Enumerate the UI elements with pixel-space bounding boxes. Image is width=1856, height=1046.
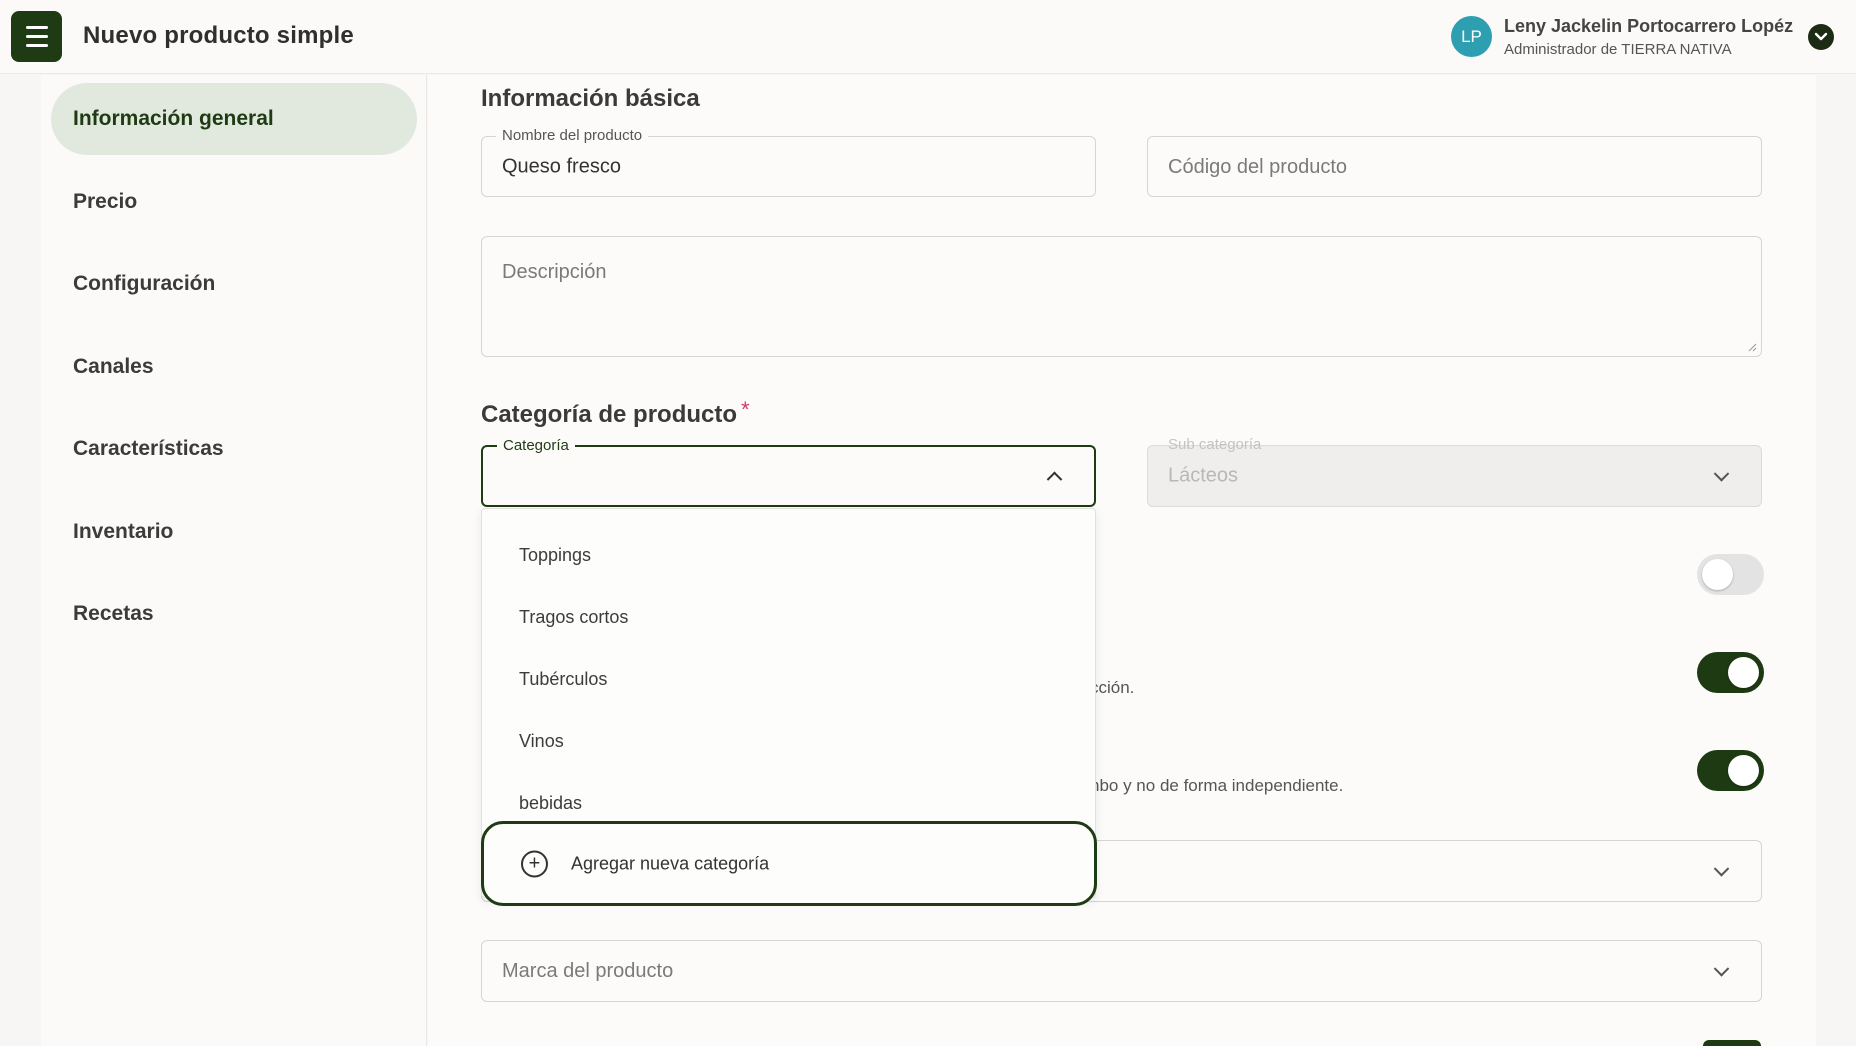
toggle-hint-3: nbo y no de forma independiente. [1090,776,1344,795]
subcategory-label: Sub categoría [1168,436,1262,453]
sidebar-item-configuracion[interactable]: Configuración [51,248,417,320]
page-title: Nuevo producto simple [83,22,354,49]
category-label: Categoría [497,437,575,454]
category-option-tuberculos[interactable]: Tubérculos [482,653,1095,705]
section-title-basic-info: Información básica [481,85,700,112]
add-new-category-label: Agregar nueva categoría [571,853,770,873]
chevron-down-icon [1713,861,1730,877]
subcategory-value: Lácteos [1168,464,1239,487]
brand-select[interactable]: Marca del producto [481,940,1762,1002]
toggle-switch-2[interactable] [1697,652,1764,693]
sidebar-item-informacion-general[interactable]: Información general [51,83,417,155]
toggle-hint-2: cción. [1090,678,1135,697]
menu-icon-line [25,26,48,29]
subcategory-select: Sub categoría Lácteos [1147,436,1762,507]
top-bar: Nuevo producto simple LP Leny Jackelin P… [0,0,1856,74]
chevron-down-icon [1713,961,1730,977]
toggle-switch-1[interactable] [1697,554,1764,595]
user-name: Leny Jackelin Portocarrero Lopéz [1504,16,1794,36]
sidebar-item-caracteristicas[interactable]: Características [51,413,417,485]
toggle-knob [1702,559,1733,590]
product-code-field[interactable]: Código del producto [1147,136,1762,197]
category-select[interactable]: Categoría [481,437,1096,507]
avatar[interactable]: LP [1451,16,1492,57]
sidebar-item-canales[interactable]: Canales [51,331,417,403]
product-name-field[interactable]: Nombre del producto Queso fresco [481,127,1096,197]
section-title-category: Categoría de producto [481,401,738,428]
user-menu-chevron-icon[interactable] [1808,24,1834,50]
product-code-placeholder: Código del producto [1168,156,1348,178]
plus-circle-icon: + [521,850,548,877]
toggle-knob [1728,755,1759,786]
chevron-up-icon [1046,471,1063,488]
brand-placeholder: Marca del producto [502,960,674,982]
hamburger-menu-button[interactable] [11,11,62,62]
required-marker: * [741,397,750,422]
chevron-down-icon [1713,466,1730,482]
toggle-switch-partial[interactable] [1703,1040,1761,1046]
toggle-switch-3[interactable] [1697,750,1764,791]
category-option-tragos-cortos[interactable]: Tragos cortos [482,591,1095,643]
add-new-category-button[interactable]: + Agregar nueva categoría [481,821,1097,906]
category-option-toppings[interactable]: Toppings [482,529,1095,581]
menu-icon-line [25,44,48,47]
category-option-vinos[interactable]: Vinos [482,715,1095,767]
user-role: Administrador de TIERRA NATIVA [1504,41,1732,58]
product-name-label: Nombre del producto [496,127,649,144]
sidebar: Información general Precio Configuración… [41,75,427,1046]
resize-grip-icon[interactable] [1747,342,1757,352]
sidebar-item-recetas[interactable]: Recetas [51,578,417,650]
toggle-knob [1728,657,1759,688]
description-placeholder: Descripción [502,261,607,283]
chevron-down-icon [1814,32,1828,41]
menu-icon-line [25,35,48,38]
product-name-value: Queso fresco [502,155,621,177]
sidebar-item-precio[interactable]: Precio [51,166,417,238]
sidebar-item-inventario[interactable]: Inventario [51,496,417,568]
description-field[interactable]: Descripción [481,236,1762,357]
